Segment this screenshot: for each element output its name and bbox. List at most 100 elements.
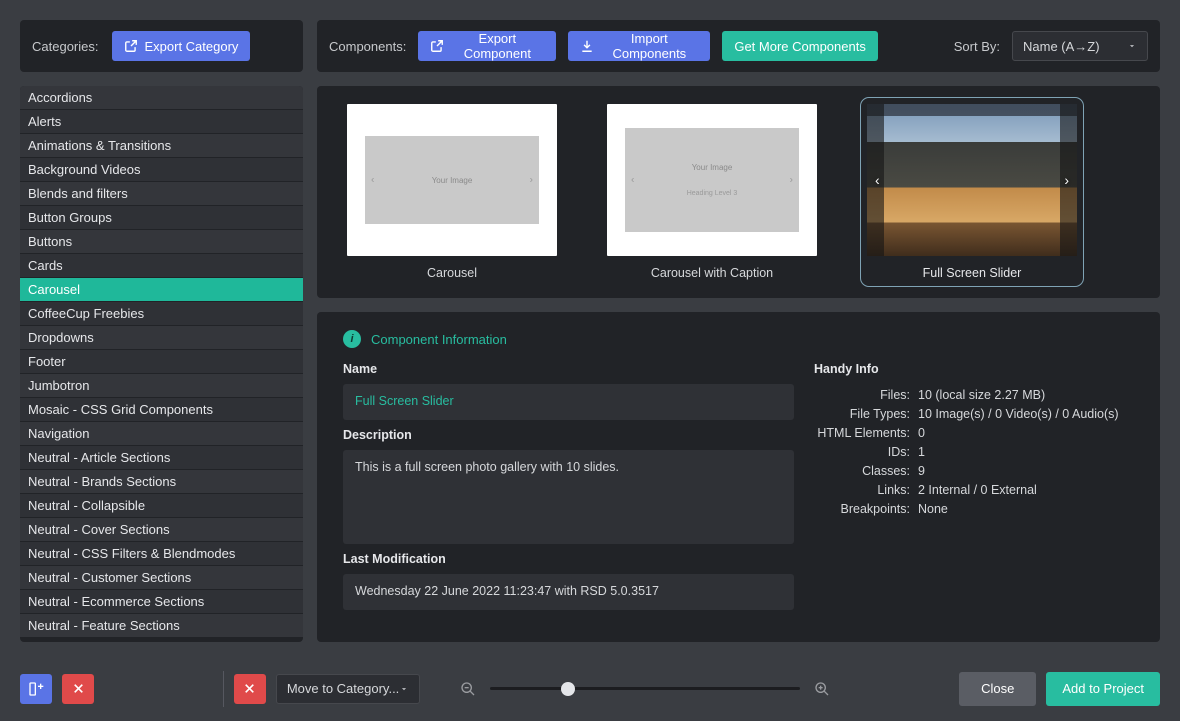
thumbnail-carousel-caption[interactable]: ‹ Your Image Heading Level 3 › Carousel …	[607, 104, 817, 280]
close-icon	[243, 682, 256, 695]
handy-key: File Types:	[814, 407, 910, 421]
category-item[interactable]: Accordions	[20, 86, 303, 110]
info-icon: i	[343, 330, 361, 348]
delete-component-button[interactable]	[234, 674, 266, 704]
handy-row: Files: 10 (local size 2.27 MB)	[814, 388, 1134, 402]
category-item[interactable]: Neutral - Collapsible	[20, 494, 303, 518]
close-button[interactable]: Close	[959, 672, 1036, 706]
category-item[interactable]: Dropdowns	[20, 326, 303, 350]
category-item[interactable]: Animations & Transitions	[20, 134, 303, 158]
category-item[interactable]: Neutral - Article Sections	[20, 446, 303, 470]
handy-value: 10 (local size 2.27 MB)	[918, 388, 1045, 402]
category-item[interactable]: Carousel	[20, 278, 303, 302]
last-modification-label: Last Modification	[343, 552, 794, 566]
category-item[interactable]: Jumbotron	[20, 374, 303, 398]
components-toolbar: Components: Export Component Import Comp…	[317, 20, 1160, 72]
handy-row: HTML Elements: 0	[814, 426, 1134, 440]
close-icon	[72, 682, 85, 695]
chevron-down-icon	[1127, 41, 1137, 51]
handy-key: Classes:	[814, 464, 910, 478]
chevron-left-icon: ‹	[631, 175, 634, 186]
handy-key: IDs:	[814, 445, 910, 459]
category-item[interactable]: Cards	[20, 254, 303, 278]
category-item[interactable]: Neutral - Brands Sections	[20, 470, 303, 494]
handy-row: Classes: 9	[814, 464, 1134, 478]
import-components-button[interactable]: Import Components	[568, 31, 710, 61]
category-item[interactable]: Button Groups	[20, 206, 303, 230]
export-components-button[interactable]: Export Component	[418, 31, 556, 61]
chevron-left-icon: ‹	[875, 172, 880, 188]
last-modification-field: Wednesday 22 June 2022 11:23:47 with RSD…	[343, 574, 794, 610]
handy-value: None	[918, 502, 948, 516]
thumbnail-full-screen-slider[interactable]: ‹ › Full Screen Slider	[867, 104, 1077, 280]
handy-value: 2 Internal / 0 External	[918, 483, 1037, 497]
thumbnail-label: Carousel	[427, 266, 477, 280]
import-icon	[580, 39, 594, 53]
export-icon	[430, 39, 444, 53]
handy-key: HTML Elements:	[814, 426, 910, 440]
description-label: Description	[343, 428, 794, 442]
category-item[interactable]: Neutral - Feature Sections	[20, 614, 303, 638]
name-field[interactable]: Full Screen Slider	[343, 384, 794, 420]
chevron-right-icon: ›	[790, 175, 793, 186]
handy-row: Links: 2 Internal / 0 External	[814, 483, 1134, 497]
category-item[interactable]: Neutral - Ecommerce Sections	[20, 590, 303, 614]
handy-info-table: Files: 10 (local size 2.27 MB) File Types:…	[814, 388, 1134, 516]
thumbnail-label: Full Screen Slider	[923, 266, 1022, 280]
thumbnail-preview: ‹ ›	[867, 104, 1077, 256]
add-category-button[interactable]	[20, 674, 52, 704]
category-item[interactable]: Neutral - Cover Sections	[20, 518, 303, 542]
zoom-slider[interactable]	[490, 687, 800, 690]
categories-toolbar: Categories: Export Category	[20, 20, 303, 72]
export-icon	[124, 39, 138, 53]
handy-key: Breakpoints:	[814, 502, 910, 516]
categories-label: Categories:	[32, 39, 98, 54]
component-thumbnails: ‹ Your Image › Carousel ‹ Your Image Hea…	[317, 86, 1160, 298]
move-to-category-select[interactable]: Move to Category...	[276, 674, 420, 704]
add-to-project-button[interactable]: Add to Project	[1046, 672, 1160, 706]
handy-key: Links:	[814, 483, 910, 497]
thumbnail-carousel[interactable]: ‹ Your Image › Carousel	[347, 104, 557, 280]
zoom-in-icon[interactable]	[814, 681, 830, 697]
category-item[interactable]: Neutral - Customer Sections	[20, 566, 303, 590]
category-item[interactable]: Buttons	[20, 230, 303, 254]
handy-row: File Types: 10 Image(s) / 0 Video(s) / 0 …	[814, 407, 1134, 421]
chevron-right-icon: ›	[1064, 172, 1069, 188]
category-item[interactable]: Neutral - CSS Filters & Blendmodes	[20, 542, 303, 566]
category-item[interactable]: Background Videos	[20, 158, 303, 182]
description-field[interactable]: This is a full screen photo gallery with…	[343, 450, 794, 544]
sort-by-label: Sort By:	[954, 39, 1000, 54]
category-item[interactable]: Mosaic - CSS Grid Components	[20, 398, 303, 422]
category-item[interactable]: CoffeeCup Freebies	[20, 302, 303, 326]
chevron-left-icon: ‹	[371, 175, 374, 186]
handy-key: Files:	[814, 388, 910, 402]
zoom-out-icon[interactable]	[460, 681, 476, 697]
handy-value: 10 Image(s) / 0 Video(s) / 0 Audio(s)	[918, 407, 1119, 421]
handy-value: 0	[918, 426, 925, 440]
categories-list[interactable]: AccordionsAlertsAnimations & Transitions…	[20, 86, 303, 642]
category-item[interactable]: Alerts	[20, 110, 303, 134]
delete-category-button[interactable]	[62, 674, 94, 704]
categories-sidebar: AccordionsAlertsAnimations & Transitions…	[20, 86, 303, 642]
handy-row: IDs:1	[814, 445, 1134, 459]
divider	[223, 671, 224, 707]
footer-bar: Move to Category... Close Add to Project	[0, 656, 1180, 721]
category-item[interactable]: Navigation	[20, 422, 303, 446]
component-info-panel: i Component Information Name Full Screen…	[317, 312, 1160, 642]
category-item[interactable]: Footer	[20, 350, 303, 374]
name-label: Name	[343, 362, 794, 376]
zoom-handle[interactable]	[561, 682, 575, 696]
thumbnail-preview: ‹ Your Image Heading Level 3 ›	[607, 104, 817, 256]
handy-info-label: Handy Info	[814, 362, 1134, 376]
sort-by-select[interactable]: Name (A→Z)	[1012, 31, 1148, 61]
zoom-control	[460, 681, 830, 697]
thumbnail-label: Carousel with Caption	[651, 266, 773, 280]
handy-value: 9	[918, 464, 925, 478]
category-item[interactable]: Blends and filters	[20, 182, 303, 206]
export-category-button[interactable]: Export Category	[112, 31, 250, 61]
add-panel-icon	[28, 681, 44, 697]
chevron-right-icon: ›	[530, 175, 533, 186]
chevron-down-icon	[399, 684, 409, 694]
get-more-components-button[interactable]: Get More Components	[722, 31, 878, 61]
info-title: Component Information	[371, 332, 507, 347]
